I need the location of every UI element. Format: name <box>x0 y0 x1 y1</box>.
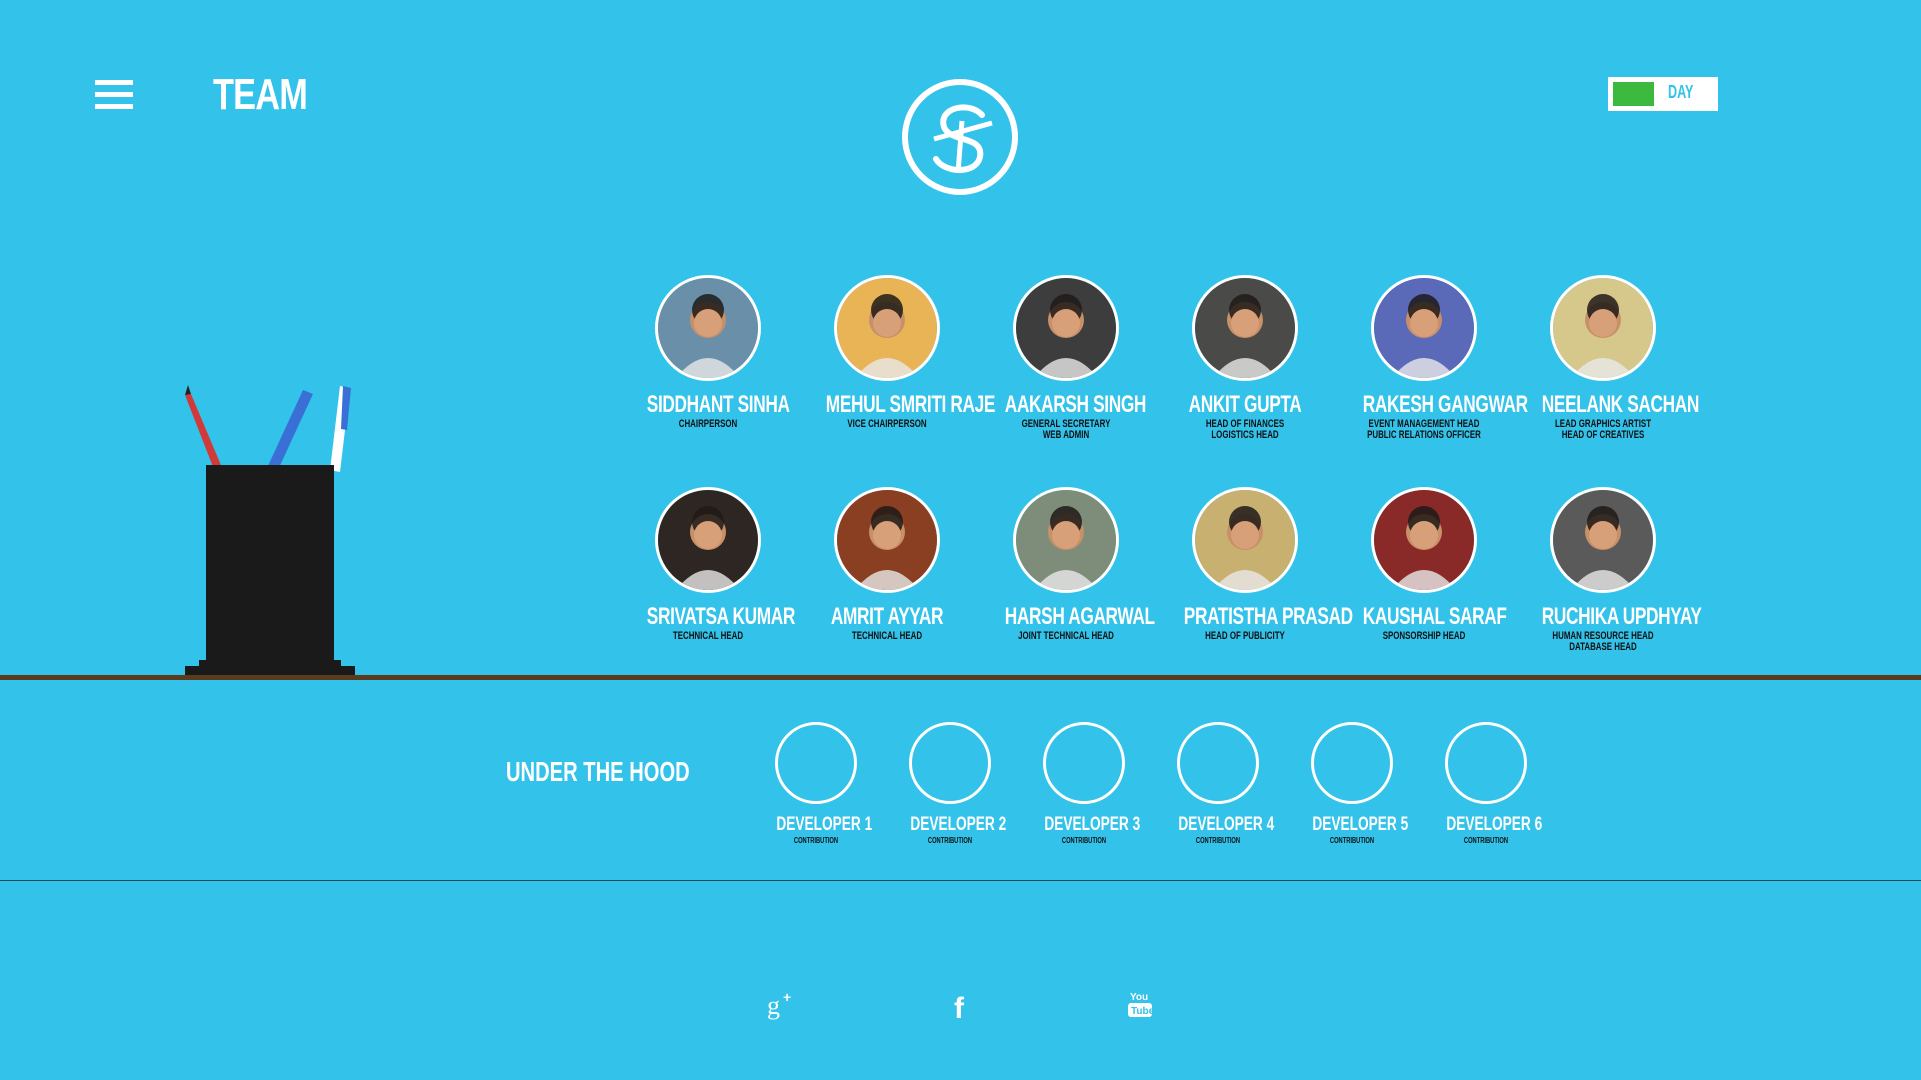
toggle-label: DAY <box>1668 82 1694 102</box>
member-role: LOGISTICS HEAD <box>1211 429 1279 441</box>
team-member-card[interactable]: MEHUL SMRITI RAJE VICE CHAIRPERSON <box>802 275 996 430</box>
member-photo <box>834 275 940 381</box>
day-night-toggle[interactable]: DAY <box>1608 77 1718 111</box>
developer-photo-placeholder <box>1177 722 1259 804</box>
developer-photo-placeholder <box>1043 722 1125 804</box>
team-member-card[interactable]: SRIVATSA KUMAR TECHNICAL HEAD <box>623 487 796 642</box>
toggle-knob <box>1613 82 1654 106</box>
team-member-card[interactable]: RUCHIKA UPDHYAY HUMAN RESOURCE HEAD DATABA… <box>1518 487 1702 653</box>
footer-divider <box>0 880 1921 881</box>
developer-photo-placeholder <box>909 722 991 804</box>
svg-text:You: You <box>1130 992 1148 1003</box>
developer-role: CONTRIBUTION <box>1329 836 1375 845</box>
youtube-icon[interactable]: You Tube <box>1124 988 1158 1022</box>
svg-text:f: f <box>954 992 965 1022</box>
developer-card[interactable]: DEVELOPER 4 CONTRIBUTION <box>1163 722 1275 845</box>
team-member-card[interactable]: PRATISTHA PRASAD HEAD OF PUBLICITY <box>1160 487 1353 642</box>
developer-card[interactable]: DEVELOPER 3 CONTRIBUTION <box>1029 722 1141 845</box>
developer-name: DEVELOPER 2 <box>910 814 1007 835</box>
member-photo <box>1192 275 1298 381</box>
member-role: JOINT TECHNICAL HEAD <box>1018 630 1114 642</box>
member-name: SIDDHANT SINHA <box>646 391 790 418</box>
developer-card[interactable]: DEVELOPER 5 CONTRIBUTION <box>1297 722 1409 845</box>
shelf-divider <box>0 675 1921 680</box>
developer-role: CONTRIBUTION <box>793 836 839 845</box>
team-member-card[interactable]: AMRIT AYYAR TECHNICAL HEAD <box>802 487 972 642</box>
team-member-card[interactable]: ANKIT GUPTA HEAD OF FINANCES LOGISTICS HEA… <box>1160 275 1330 441</box>
member-role: WEB ADMIN <box>1042 429 1090 441</box>
member-name: NEELANK SACHAN <box>1541 391 1700 418</box>
member-name: PRATISTHA PRASAD <box>1183 603 1353 630</box>
page-title: TEAM <box>213 70 308 119</box>
developer-role: CONTRIBUTION <box>1061 836 1107 845</box>
developer-photo-placeholder <box>1311 722 1393 804</box>
member-role: SPONSORSHIP HEAD <box>1382 630 1466 642</box>
member-role: VICE CHAIRPERSON <box>847 418 927 430</box>
team-member-card[interactable]: AAKARSH SINGH GENERAL SECRETARY WEB ADMIN <box>981 275 1151 441</box>
developer-role: CONTRIBUTION <box>1463 836 1509 845</box>
logo[interactable] <box>900 77 1020 197</box>
team-member-card[interactable]: RAKESH GANGWAR EVENT MANAGEMENT HEAD PUBLI… <box>1339 275 1528 441</box>
member-role: PUBLIC RELATIONS OFFICER <box>1367 429 1481 441</box>
developer-name: DEVELOPER 1 <box>776 814 873 835</box>
member-photo <box>1013 275 1119 381</box>
hamburger-menu-icon[interactable] <box>95 80 133 112</box>
member-name: MEHUL SMRITI RAJE <box>825 391 996 418</box>
member-photo <box>1550 275 1656 381</box>
google-plus-icon[interactable]: g + <box>765 988 799 1022</box>
member-photo <box>1550 487 1656 593</box>
pen-holder-illustration <box>175 380 375 680</box>
developer-name: DEVELOPER 3 <box>1044 814 1141 835</box>
developer-role: CONTRIBUTION <box>927 836 973 845</box>
member-name: SRIVATSA KUMAR <box>646 603 796 630</box>
svg-text:+: + <box>783 989 791 1005</box>
team-member-card[interactable]: HARSH AGARWAL JOINT TECHNICAL HEAD <box>981 487 1155 642</box>
developer-card[interactable]: DEVELOPER 6 CONTRIBUTION <box>1431 722 1543 845</box>
team-page: TEAM DAY SIDDHANT SINHA CHAIRPERSON MEHU… <box>0 0 1921 1080</box>
member-name: HARSH AGARWAL <box>1004 603 1155 630</box>
member-role: DATABASE HEAD <box>1569 641 1637 653</box>
member-photo <box>1371 487 1477 593</box>
member-photo <box>1013 487 1119 593</box>
member-role: CHAIRPERSON <box>678 418 738 430</box>
member-role: TECHNICAL HEAD <box>851 630 923 642</box>
developer-name: DEVELOPER 6 <box>1446 814 1543 835</box>
member-name: ANKIT GUPTA <box>1188 391 1302 418</box>
member-photo <box>1192 487 1298 593</box>
member-photo <box>655 487 761 593</box>
facebook-icon[interactable]: f <box>944 988 978 1025</box>
member-name: KAUSHAL SARAF <box>1362 603 1507 630</box>
member-name: RAKESH GANGWAR <box>1362 391 1528 418</box>
team-member-card[interactable]: SIDDHANT SINHA CHAIRPERSON <box>623 275 793 430</box>
svg-text:g: g <box>767 991 780 1020</box>
svg-text:Tube: Tube <box>1131 1006 1155 1017</box>
member-name: RUCHIKA UPDHYAY <box>1541 603 1702 630</box>
member-photo <box>655 275 761 381</box>
team-member-card[interactable]: KAUSHAL SARAF SPONSORSHIP HEAD <box>1339 487 1509 642</box>
developer-name: DEVELOPER 4 <box>1178 814 1275 835</box>
member-role: TECHNICAL HEAD <box>672 630 744 642</box>
developer-photo-placeholder <box>775 722 857 804</box>
developer-photo-placeholder <box>1445 722 1527 804</box>
member-role: HEAD OF CREATIVES <box>1561 429 1645 441</box>
developer-name: DEVELOPER 5 <box>1312 814 1409 835</box>
developer-role: CONTRIBUTION <box>1195 836 1241 845</box>
member-photo <box>834 487 940 593</box>
team-member-card[interactable]: NEELANK SACHAN LEAD GRAPHICS ARTIST HEAD O… <box>1518 275 1700 441</box>
developer-card[interactable]: DEVELOPER 1 CONTRIBUTION <box>761 722 873 845</box>
under-the-hood-title: UNDER THE HOOD <box>506 756 690 787</box>
member-name: AAKARSH SINGH <box>1004 391 1147 418</box>
developer-card[interactable]: DEVELOPER 2 CONTRIBUTION <box>895 722 1007 845</box>
member-photo <box>1371 275 1477 381</box>
member-name: AMRIT AYYAR <box>830 603 944 630</box>
member-role: HEAD OF PUBLICITY <box>1205 630 1285 642</box>
